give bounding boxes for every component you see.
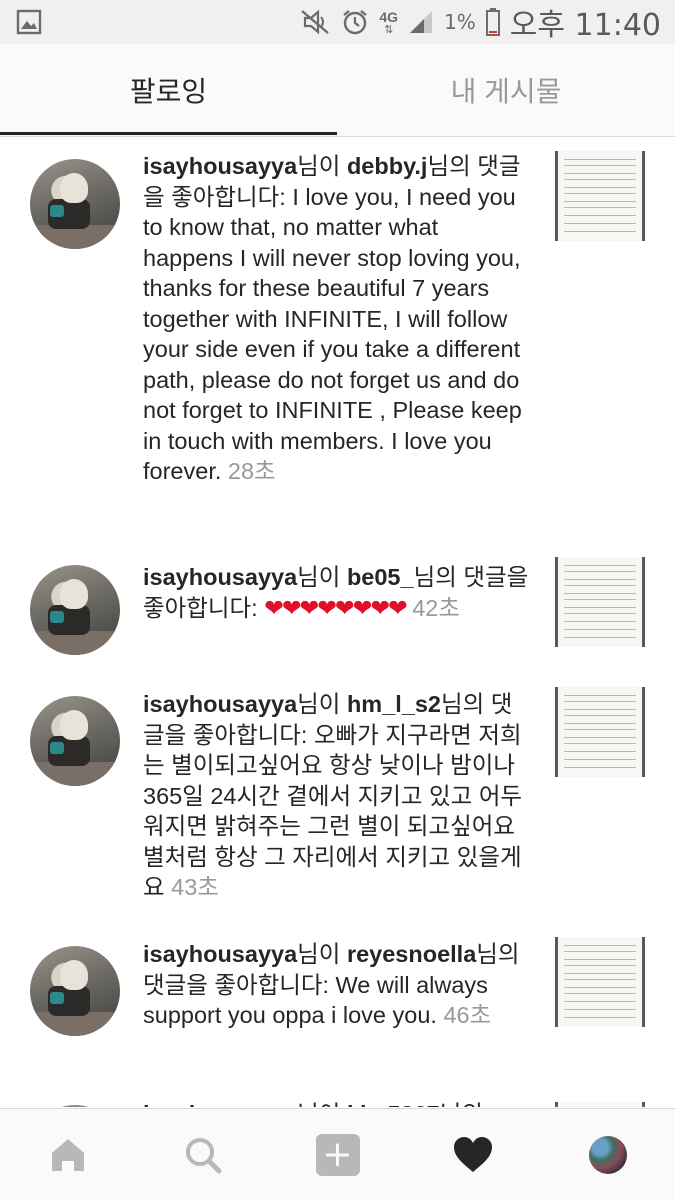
target-username-link[interactable]: kim5267: [347, 1101, 440, 1107]
tab-following-label: 팔로잉: [129, 76, 208, 107]
home-icon: [51, 1139, 84, 1171]
username-link[interactable]: isayhousayya: [143, 691, 297, 717]
post-thumbnail[interactable]: [555, 1102, 645, 1107]
activity-connector: 님이: [297, 1101, 347, 1107]
plus-glyph: +: [322, 1134, 353, 1175]
post-thumbnail[interactable]: [555, 937, 645, 1027]
gallery-icon: [16, 9, 42, 35]
tab-following[interactable]: 팔로잉: [0, 44, 337, 136]
profile-avatar: [588, 1136, 627, 1174]
mute-icon: [301, 9, 330, 35]
add-post-icon: +: [315, 1134, 360, 1176]
signal-icon: [410, 11, 433, 33]
battery-icon: [485, 8, 500, 36]
tab-my-posts-label: 내 게시물: [450, 76, 562, 107]
alarm-icon: [343, 10, 368, 35]
comment-text: I love you, I need you to know that, no …: [143, 183, 522, 485]
activity-text: isayhousayya님이 reyesnoella님의 댓글을 좋아합니다: …: [143, 939, 533, 1031]
bottom-navigation: +: [0, 1108, 675, 1201]
post-thumbnail[interactable]: [555, 687, 645, 777]
post-thumbnail[interactable]: [555, 151, 645, 241]
username-link[interactable]: isayhousayya: [143, 941, 297, 967]
activity-text: isayhousayya님이 debby.j님의 댓글을 좋아합니다: I lo…: [143, 151, 533, 487]
activity-connector: 님이: [297, 941, 347, 967]
post-thumbnail[interactable]: [555, 557, 645, 647]
battery-percent: 1%: [444, 10, 476, 34]
comment-text: ❤❤❤❤❤❤❤❤: [264, 593, 408, 622]
activity-text: isayhousayya님이 hm_l_s2님의 댓글을 좋아합니다: 오빠가 …: [143, 689, 533, 903]
status-icons: 4G ⇅ 1% 오후 11:40: [299, 0, 661, 44]
activity-heart-icon: [453, 1137, 492, 1172]
network-4g-icon: 4G ⇅: [379, 8, 399, 36]
avatar[interactable]: [30, 946, 120, 1036]
username-link[interactable]: isayhousayya: [143, 564, 297, 590]
active-tab-indicator: [0, 132, 337, 135]
network-label: 4G: [379, 8, 399, 25]
status-bar: 4G ⇅ 1% 오후 11:40: [0, 0, 675, 44]
search-icon: [185, 1138, 221, 1174]
timestamp: 43초: [171, 874, 219, 900]
activity-text: isayhousayya님이 kim5267님의: [143, 1099, 533, 1107]
avatar[interactable]: [30, 565, 120, 655]
activity-connector: 님이: [297, 153, 347, 179]
activity-tabs: 팔로잉 내 게시물: [0, 44, 675, 137]
activity-feed[interactable]: isayhousayya님이 debby.j님의 댓글을 좋아합니다: I lo…: [0, 137, 675, 1107]
nav-activity-button[interactable]: [405, 1109, 540, 1201]
nav-profile-button[interactable]: [540, 1109, 675, 1201]
nav-add-post-button[interactable]: +: [270, 1109, 405, 1201]
username-link[interactable]: isayhousayya: [143, 153, 297, 179]
nav-home-button[interactable]: [0, 1109, 135, 1201]
target-username-link[interactable]: hm_l_s2: [347, 691, 441, 717]
avatar[interactable]: [30, 1105, 120, 1107]
target-username-link[interactable]: debby.j: [347, 153, 428, 179]
target-username-link[interactable]: reyesnoella: [347, 941, 476, 967]
activity-verb: 님의: [440, 1101, 483, 1107]
activity-connector: 님이: [297, 564, 347, 590]
timestamp: 42초: [412, 594, 460, 621]
avatar[interactable]: [30, 696, 120, 786]
activity-text: isayhousayya님이 be05_님의 댓글을 좋아합니다: ❤❤❤❤❤❤…: [143, 562, 533, 623]
nav-search-button[interactable]: [135, 1109, 270, 1201]
tab-my-posts[interactable]: 내 게시물: [337, 44, 675, 136]
activity-connector: 님이: [297, 691, 347, 717]
target-username-link[interactable]: be05_: [347, 564, 414, 590]
timestamp: 46초: [443, 1002, 492, 1028]
username-link[interactable]: isayhousayya: [143, 1101, 297, 1107]
timestamp: 28초: [227, 458, 276, 484]
clock: 오후 11:40: [509, 8, 661, 43]
avatar[interactable]: [30, 159, 120, 249]
